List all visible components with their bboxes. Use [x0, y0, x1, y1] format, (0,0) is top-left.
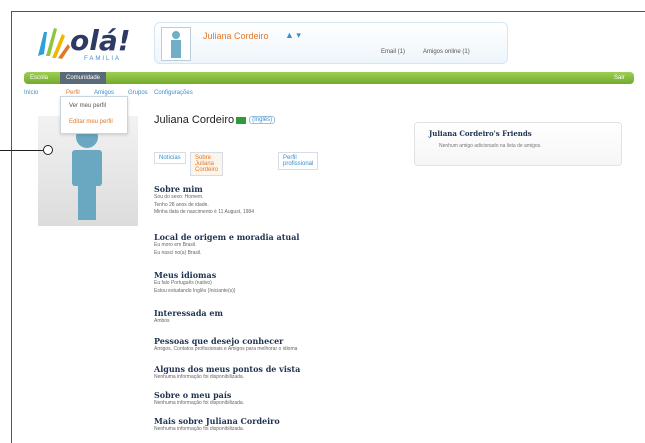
section-pessoas: Pessoas que desejo conhecer Amigos, Cont…: [154, 336, 297, 354]
section-line: Ambos: [154, 318, 170, 324]
tab-perfil-profissional[interactable]: Perfil profissional: [278, 152, 319, 170]
friends-empty-text: Nenhum amigo adicionado na lista de amig…: [439, 143, 542, 149]
section-line: Amigos, Contatos profissionais e Amigos …: [154, 346, 298, 352]
section-line: Nenhuma informação foi disponibilizada.: [154, 374, 245, 380]
tab-sobre[interactable]: Sobre Juliana Cordeiro: [190, 152, 224, 176]
section-sobre-mim: Sobre mim Sou do sexo: Homem. Tenho 28 a…: [154, 184, 254, 217]
profile-name: Juliana Cordeiro: [154, 114, 235, 126]
subnav-grupos[interactable]: Grupos: [128, 90, 148, 96]
section-title: Sobre mim: [154, 184, 203, 194]
section-line: Estou estudando Inglês (Iniciante(s)): [154, 287, 236, 294]
section-line: Sou do sexo: Homem.: [154, 194, 204, 200]
friends-panel: Juliana Cordeiro's Friends Nenhum amigo …: [414, 122, 622, 166]
subnav-configuracoes[interactable]: Configurações: [154, 90, 193, 96]
header-profile-box: Juliana Cordeiro ▲ ▾ Email (1) Amigos on…: [154, 22, 508, 64]
section-idiomas: Meus idiomas Eu falo Português (nativo) …: [154, 270, 235, 295]
section-pontos-de-vista: Alguns dos meus pontos de vista Nenhuma …: [154, 364, 300, 382]
avatar-torso-icon: [72, 150, 102, 186]
hands-logo-icon: [38, 28, 70, 59]
subnav-inicio[interactable]: Início: [24, 90, 38, 96]
language-select[interactable]: (Inglês): [249, 116, 276, 125]
ola-logo[interactable]: olá! FAMILIA: [34, 24, 144, 62]
section-title: Meus idiomas: [154, 270, 217, 280]
avatar-body-icon: [171, 40, 181, 58]
section-title: Alguns dos meus pontos de vista: [154, 364, 301, 374]
section-line: Eu falo Português (nativo): [154, 280, 212, 286]
section-line: Nenhuma informação foi disponibilizada.: [154, 426, 245, 432]
header-user-name[interactable]: Juliana Cordeiro: [203, 31, 269, 41]
logo-subtitle: FAMILIA: [84, 56, 122, 62]
email-link[interactable]: Email (1): [381, 49, 405, 55]
nav-item-escola[interactable]: Escola: [30, 72, 48, 84]
section-line: Nenhuma informação foi disponibilizada.: [154, 400, 245, 406]
section-origem: Local de origem e moradia atual Eu moro …: [154, 232, 299, 257]
tab-noticias[interactable]: Notícias: [154, 152, 186, 164]
section-line: Eu moro em Brasil.: [154, 242, 197, 248]
section-line: Eu nasci no(a) Brasil.: [154, 249, 202, 256]
callout-dot-icon: [43, 145, 53, 155]
section-line: Tenho 28 anos de idade.: [154, 201, 209, 208]
profile-name-row: Juliana Cordeiro (Inglês): [154, 114, 276, 126]
section-title: Pessoas que desejo conhecer: [154, 336, 284, 346]
menu-item-edit-profile[interactable]: Editar meu perfil: [69, 119, 113, 125]
friends-online-link[interactable]: Amigos online (1): [423, 49, 470, 55]
logout-link[interactable]: Sair: [614, 72, 625, 84]
section-pais: Sobre o meu país Nenhuma informação foi …: [154, 390, 244, 408]
section-title: Local de origem e moradia atual: [154, 232, 300, 242]
user-menu-toggle[interactable]: ▲ ▾: [285, 30, 301, 41]
avatar-head-icon: [172, 31, 180, 39]
avatar-legs-icon: [78, 184, 96, 220]
section-title: Mais sobre Juliana Cordeiro: [154, 416, 280, 426]
friends-panel-title[interactable]: Juliana Cordeiro's Friends: [429, 129, 532, 138]
brazil-flag-icon: [236, 116, 247, 124]
logo-text: olá!: [70, 24, 131, 57]
avatar[interactable]: [161, 27, 191, 61]
menu-item-view-profile[interactable]: Ver meu perfil: [69, 103, 106, 109]
callout-line: [0, 150, 48, 151]
section-title: Interessada em: [154, 308, 223, 318]
section-mais-sobre: Mais sobre Juliana Cordeiro Nenhuma info…: [154, 416, 280, 434]
main-navbar: Escola Comunidade Sair: [24, 72, 634, 84]
screenshot-frame: olá! FAMILIA Juliana Cordeiro ▲ ▾ Email …: [11, 11, 645, 443]
section-title: Sobre o meu país: [154, 390, 232, 400]
section-line: Minha data de nascimento é 11 August, 19…: [154, 209, 254, 215]
nav-item-comunidade[interactable]: Comunidade: [60, 72, 107, 84]
profile-dropdown-menu: Ver meu perfil Editar meu perfil: [60, 96, 128, 134]
section-interessada: Interessada em Ambos: [154, 308, 223, 326]
